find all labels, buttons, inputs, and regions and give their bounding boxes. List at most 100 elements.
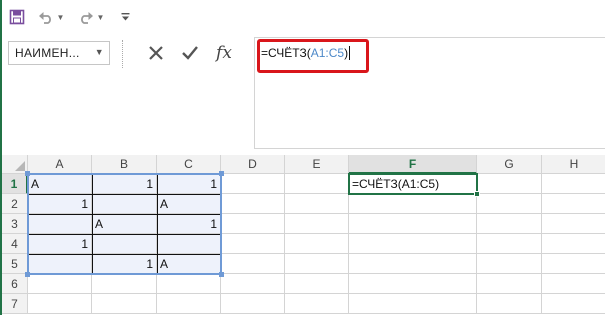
cancel-icon <box>149 46 163 60</box>
cell-c1[interactable]: 1 <box>157 174 221 194</box>
cell-b4[interactable] <box>92 234 157 254</box>
row-header-2[interactable]: 2 <box>2 194 28 214</box>
cell-e5[interactable] <box>285 254 349 274</box>
save-button[interactable] <box>6 5 28 29</box>
column-header-c[interactable]: C <box>157 155 221 174</box>
redo-dropdown-icon[interactable]: ▼ <box>97 13 105 22</box>
cell-f3[interactable] <box>349 214 477 234</box>
cell-c5[interactable]: A <box>157 254 221 274</box>
cell-e6[interactable] <box>285 274 349 294</box>
cell-a5[interactable] <box>28 254 92 274</box>
cell-b3[interactable]: A <box>92 214 157 234</box>
cell-c2[interactable]: A <box>157 194 221 214</box>
cell-h3[interactable] <box>542 214 605 234</box>
cell-d1[interactable] <box>221 174 285 194</box>
cell-f2[interactable] <box>349 194 477 214</box>
undo-dropdown-icon[interactable]: ▼ <box>57 13 65 22</box>
redo-icon <box>80 12 93 24</box>
cell-c7[interactable] <box>157 294 221 314</box>
cell-h6[interactable] <box>542 274 605 294</box>
undo-icon <box>38 12 51 24</box>
cell-b2[interactable] <box>92 194 157 214</box>
cell-e7[interactable] <box>285 294 349 314</box>
cell-f5[interactable] <box>349 254 477 274</box>
column-header-g[interactable]: G <box>477 155 542 174</box>
cell-e3[interactable] <box>285 214 349 234</box>
cell-b5[interactable]: 1 <box>92 254 157 274</box>
column-header-h[interactable]: H <box>542 155 605 174</box>
cell-h7[interactable] <box>542 294 605 314</box>
row-header-7[interactable]: 7 <box>2 294 28 314</box>
quick-access-toolbar: ▼ ▼ <box>2 0 605 34</box>
row-header-4[interactable]: 4 <box>2 234 28 254</box>
column-header-f[interactable]: F <box>349 155 477 174</box>
formula-bar-separator <box>122 40 124 68</box>
cell-h1[interactable] <box>542 174 605 194</box>
cell-h4[interactable] <box>542 234 605 254</box>
cell-e1[interactable] <box>285 174 349 194</box>
cell-h2[interactable] <box>542 194 605 214</box>
cell-g5[interactable] <box>477 254 542 274</box>
cell-a3[interactable] <box>28 214 92 234</box>
column-header-d[interactable]: D <box>221 155 285 174</box>
cell-c4[interactable] <box>157 234 221 254</box>
cell-a6[interactable] <box>28 274 92 294</box>
cell-d5[interactable] <box>221 254 285 274</box>
name-box-dropdown-icon[interactable]: ▼ <box>95 47 104 57</box>
enter-button[interactable] <box>176 41 204 65</box>
cell-g3[interactable] <box>477 214 542 234</box>
redo-button[interactable]: ▼ <box>76 5 106 29</box>
column-header-b[interactable]: B <box>92 155 157 174</box>
cell-h5[interactable] <box>542 254 605 274</box>
cell-d3[interactable] <box>221 214 285 234</box>
formula-highlight-box <box>257 39 369 73</box>
cell-g6[interactable] <box>477 274 542 294</box>
cell-g2[interactable] <box>477 194 542 214</box>
insert-function-icon: fx <box>216 43 232 63</box>
cell-d4[interactable] <box>221 234 285 254</box>
cell-a1[interactable]: A <box>28 174 92 194</box>
column-header-e[interactable]: E <box>285 155 349 174</box>
cell-d2[interactable] <box>221 194 285 214</box>
cell-g4[interactable] <box>477 234 542 254</box>
range-resize-handle[interactable] <box>219 272 224 277</box>
row-header-3[interactable]: 3 <box>2 214 28 234</box>
row-header-5[interactable]: 5 <box>2 254 28 274</box>
range-resize-handle[interactable] <box>25 171 30 176</box>
spreadsheet-grid: A B C D E F G H 1 A 1 1 =СЧЁТЗ(A1:C5) 2 1 A 3 A 1 4 1 5 1 A 6 7 <box>2 155 605 315</box>
cell-c6[interactable] <box>157 274 221 294</box>
row-header-1[interactable]: 1 <box>2 174 28 194</box>
cell-f7[interactable] <box>349 294 477 314</box>
undo-button[interactable]: ▼ <box>36 5 66 29</box>
cell-g1[interactable] <box>477 174 542 194</box>
name-box-value: НАИМЕН... <box>15 46 80 60</box>
cell-c3[interactable]: 1 <box>157 214 221 234</box>
cell-e4[interactable] <box>285 234 349 254</box>
cell-f4[interactable] <box>349 234 477 254</box>
cell-f1[interactable]: =СЧЁТЗ(A1:C5) <box>349 174 477 194</box>
cell-a2[interactable]: 1 <box>28 194 92 214</box>
save-icon <box>9 9 25 25</box>
column-header-a[interactable]: A <box>28 155 92 174</box>
cell-b1[interactable]: 1 <box>92 174 157 194</box>
cell-f6[interactable] <box>349 274 477 294</box>
cell-b6[interactable] <box>92 274 157 294</box>
customize-toolbar-button[interactable] <box>118 5 132 29</box>
row-header-6[interactable]: 6 <box>2 274 28 294</box>
customize-toolbar-icon <box>121 13 129 21</box>
enter-checkmark-icon <box>182 46 198 60</box>
cell-d7[interactable] <box>221 294 285 314</box>
name-box[interactable]: НАИМЕН... ▼ <box>8 41 110 65</box>
cell-d6[interactable] <box>221 274 285 294</box>
cell-a4[interactable]: 1 <box>28 234 92 254</box>
cell-e2[interactable] <box>285 194 349 214</box>
cell-a7[interactable] <box>28 294 92 314</box>
cell-b7[interactable] <box>92 294 157 314</box>
range-resize-handle[interactable] <box>25 272 30 277</box>
cancel-button[interactable] <box>142 41 170 65</box>
formula-bar-area: НАИМЕН... ▼ fx =СЧЁТЗ(A1:C5) <box>2 34 605 154</box>
insert-function-button[interactable]: fx <box>210 41 238 65</box>
cell-g7[interactable] <box>477 294 542 314</box>
fill-handle[interactable] <box>474 191 480 197</box>
range-resize-handle[interactable] <box>219 171 224 176</box>
